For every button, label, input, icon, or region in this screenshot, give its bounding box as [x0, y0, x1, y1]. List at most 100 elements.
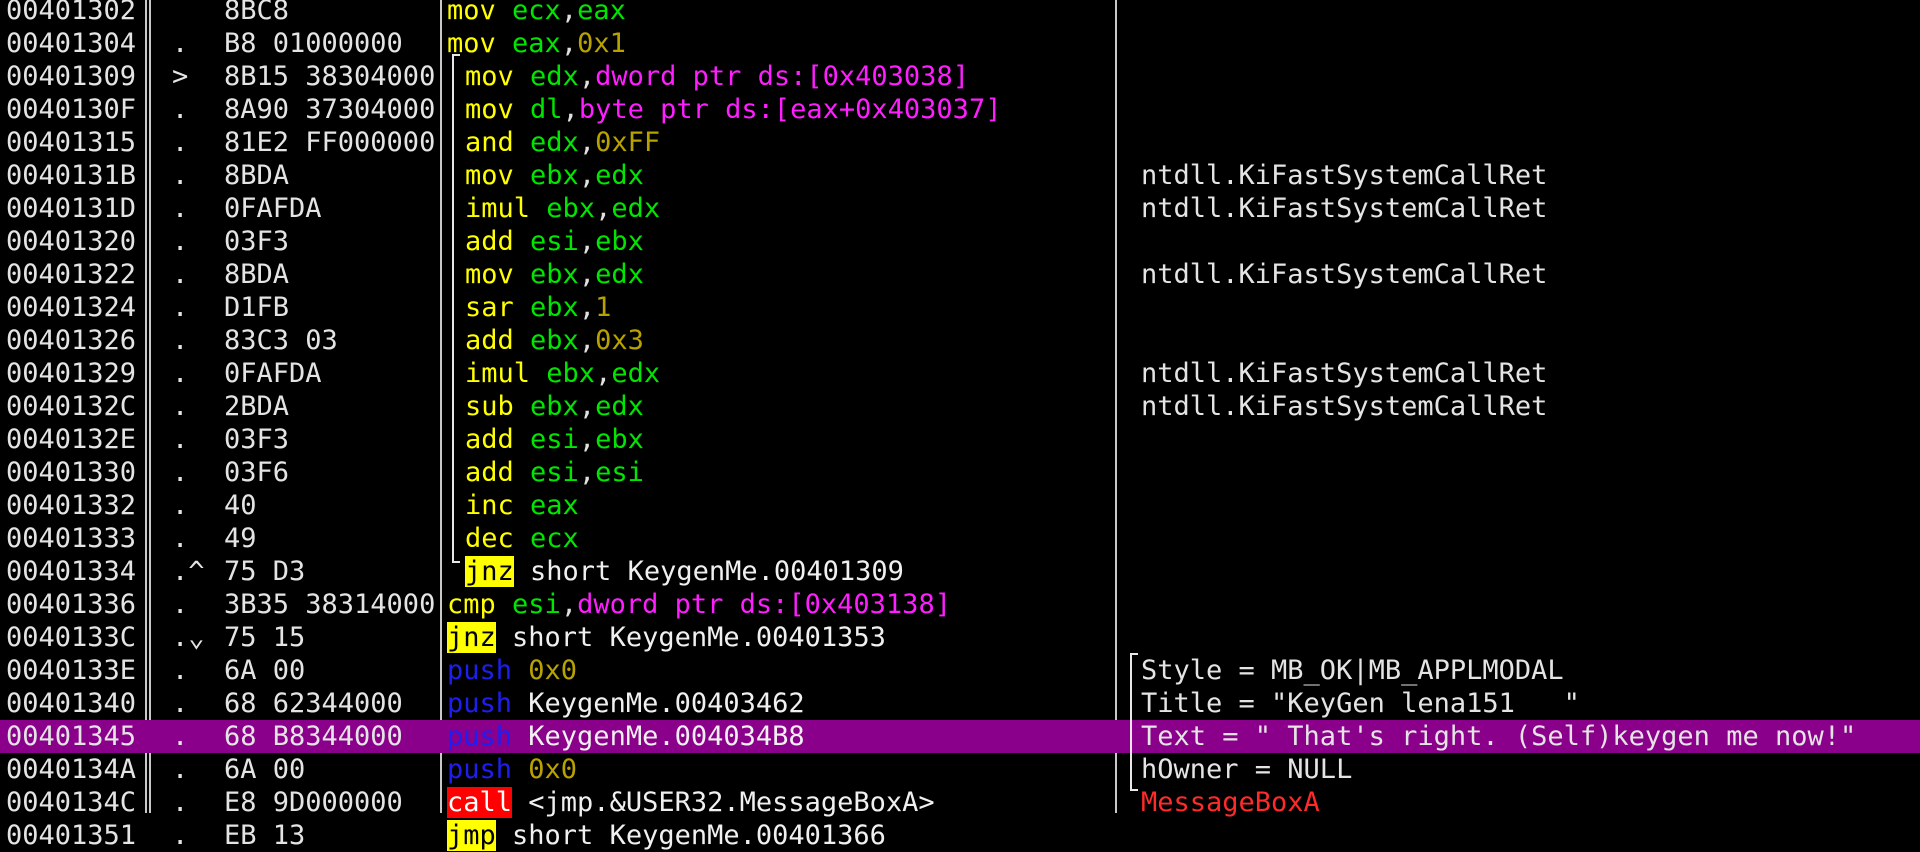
disassembly-row[interactable]: 00401340. 68 62344000 push KeygenMe.004034… — [0, 687, 1920, 720]
instruction-token: jnz — [465, 556, 514, 587]
instruction-token: 0x1 — [577, 28, 626, 59]
instruction-token: ecx — [512, 0, 561, 26]
jump-marker: . — [172, 688, 189, 719]
jump-marker: . — [172, 457, 189, 488]
instruction-token: ebx — [530, 259, 579, 290]
address-cell: 00401322 — [6, 259, 137, 290]
instruction-token: , — [578, 457, 596, 488]
instruction-cell: imul ebx,edx — [465, 357, 660, 390]
disassembly-row[interactable]: 0040133C .⌄ 75 15 jnz short KeygenMe.004013… — [0, 621, 1920, 654]
instruction-cell: sub ebx,edx — [465, 390, 644, 423]
disassembly-row[interactable]: 00401334 .^ 75 D3 jnz short KeygenMe.004013… — [0, 555, 1920, 588]
disassembly-row[interactable]: 0040132C. 2BDA sub ebx,edx ntdll.KiFastSyst… — [0, 390, 1920, 423]
disassembly-row[interactable]: 00401332. 40 inc eax — [0, 489, 1920, 522]
disassembly-row[interactable]: 0040132E. 03F3 add esi,ebx — [0, 423, 1920, 456]
instruction-token: edx — [595, 391, 644, 422]
instruction-token: push — [447, 655, 513, 686]
instruction-token: esi — [530, 424, 579, 455]
instruction-cell: dec ecx — [465, 522, 579, 555]
address-cell: 00401304 — [6, 28, 137, 59]
address-cell: 00401320 — [6, 226, 137, 257]
hex-bytes-cell: 8BDA — [224, 160, 290, 191]
instruction-token: , — [560, 589, 578, 620]
instruction-token: 0xFF — [595, 127, 661, 158]
hex-bytes-cell: 0FAFDA — [224, 358, 322, 389]
address-cell: 00401336 — [6, 589, 137, 620]
disassembly-row[interactable]: 0040133E. 6A 00 push 0x0 Style = MB_OK|MB_A… — [0, 654, 1920, 687]
instruction-token: short KeygenMe.00401309 — [513, 556, 904, 587]
disassembly-row[interactable]: 0040134A. 6A 00 push 0x0 hOwner = NULL — [0, 753, 1920, 786]
instruction-token: add — [465, 325, 531, 356]
instruction-token: , — [578, 325, 596, 356]
instruction-token: 1 — [595, 292, 612, 323]
instruction-token: byte ptr ds:[eax+0x403037] — [578, 94, 1002, 125]
instruction-token: , — [578, 160, 596, 191]
instruction-token: <jmp.&USER32.MessageBoxA> — [512, 787, 935, 818]
instruction-token: esi — [512, 589, 561, 620]
disassembly-row[interactable]: 00401304. B8 01000000 mov eax,0x1 — [0, 27, 1920, 60]
hex-bytes-cell: 68 62344000 — [224, 688, 403, 719]
instruction-token: , — [560, 0, 578, 26]
hex-bytes-cell: EB 13 — [224, 820, 306, 851]
hex-bytes-cell: D1FB — [224, 292, 290, 323]
disassembly-row[interactable]: 00401336. 3B35 38314000 cmp esi,dword ptr … — [0, 588, 1920, 621]
instruction-cell: add esi,ebx — [465, 225, 644, 258]
instruction-token: push — [447, 754, 513, 785]
instruction-token: jnz — [447, 622, 496, 653]
instruction-cell: push 0x0 — [447, 753, 577, 786]
disassembly-row[interactable]: 0040130F. 8A90 37304000 mov dl,byte ptr ds… — [0, 93, 1920, 126]
comment-cell: Title = "KeyGen lena151 " — [1141, 688, 1580, 719]
jump-marker: . — [172, 424, 189, 455]
disassembly-row[interactable]: 00401329. 0FAFDA imul ebx,edx ntdll.KiFastS… — [0, 357, 1920, 390]
instruction-token: ebx — [530, 292, 579, 323]
disassembly-row[interactable]: 0040131B. 8BDA mov ebx,edx ntdll.KiFastSyst… — [0, 159, 1920, 192]
instruction-token: ebx — [530, 391, 579, 422]
address-cell: 0040134A — [6, 754, 137, 785]
disassembly-row-selected[interactable]: 00401345. 68 B8344000 push KeygenMe.004034… — [0, 720, 1920, 753]
instruction-token: 0x3 — [595, 325, 644, 356]
disassembly-row[interactable]: 00401333. 49 dec ecx — [0, 522, 1920, 555]
instruction-token: add — [465, 424, 531, 455]
address-cell: 0040131D — [6, 193, 137, 224]
hex-bytes-cell: 6A 00 — [224, 754, 306, 785]
disassembly-row[interactable]: 00401320. 03F3 add esi,ebx — [0, 225, 1920, 258]
instruction-cell: push KeygenMe.004034B8 — [447, 720, 805, 753]
instruction-token: edx — [530, 127, 579, 158]
address-cell: 00401351 — [6, 820, 137, 851]
comment-cell: ntdll.KiFastSystemCallRet — [1141, 160, 1548, 191]
disassembly-row[interactable]: 00401330. 03F6 add esi,esi — [0, 456, 1920, 489]
disassembly-row[interactable]: 00401322. 8BDA mov ebx,edx ntdll.KiFastSyst… — [0, 258, 1920, 291]
disassembly-row[interactable]: 00401351. EB 13 jmp short KeygenMe.0040136… — [0, 819, 1920, 852]
instruction-token: mov — [447, 0, 513, 26]
disassembly-row[interactable]: 00401309 >8B15 38304000 mov edx,dword ptr … — [0, 60, 1920, 93]
disassembly-row[interactable]: 0040134C. E8 9D000000 call <jmp.&USER32.Me… — [0, 786, 1920, 819]
disassembly-row[interactable]: 00401324. D1FB sar ebx,1 — [0, 291, 1920, 324]
address-cell: 0040134C — [6, 787, 137, 818]
address-cell: 0040133C — [6, 622, 137, 653]
disassembly-row[interactable]: 00401315. 81E2 FF000000 and edx,0xFF — [0, 126, 1920, 159]
jump-marker: . — [172, 94, 189, 125]
disassembly-view[interactable]: 00401302 8BC8 mov ecx,eax 00401304. B8 01000… — [0, 0, 1920, 851]
instruction-cell: mov dl,byte ptr ds:[eax+0x403037] — [465, 93, 1001, 126]
instruction-token: add — [465, 457, 531, 488]
call-args-bracket — [1130, 653, 1138, 791]
jump-marker: . — [172, 358, 189, 389]
instruction-token: imul — [465, 193, 547, 224]
hex-bytes-cell: 3B35 38314000 — [224, 589, 436, 620]
address-cell: 00401309 — [6, 61, 137, 92]
instruction-token: jmp — [447, 820, 496, 851]
disassembly-row[interactable]: 0040131D. 0FAFDA imul ebx,edx ntdll.KiFastS… — [0, 192, 1920, 225]
address-cell: 00401332 — [6, 490, 137, 521]
instruction-token: , — [578, 292, 596, 323]
instruction-token: , — [595, 193, 612, 224]
jump-marker: . — [172, 127, 189, 158]
hex-bytes-cell: 8BDA — [224, 259, 290, 290]
instruction-token: eax — [577, 0, 626, 26]
instruction-token: ebx — [530, 160, 579, 191]
instruction-cell: mov ebx,edx — [465, 159, 644, 192]
instruction-token: and — [465, 127, 531, 158]
disassembly-row[interactable]: 00401302 8BC8 mov ecx,eax — [0, 0, 1920, 27]
disassembly-row[interactable]: 00401326. 83C3 03 add ebx,0x3 — [0, 324, 1920, 357]
hex-bytes-cell: 2BDA — [224, 391, 290, 422]
instruction-cell: call <jmp.&USER32.MessageBoxA> — [447, 786, 935, 819]
